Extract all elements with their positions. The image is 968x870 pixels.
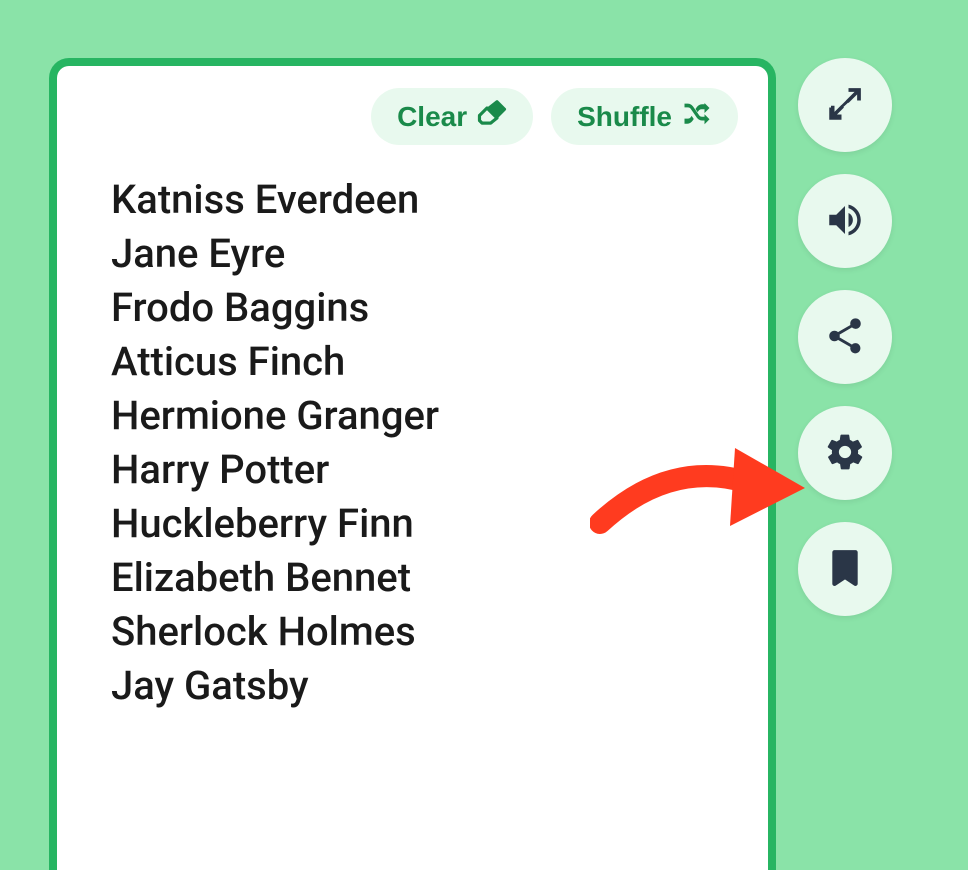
panel-toolbar: Clear Shuffle [87,88,738,145]
list-item: Sherlock Holmes [111,605,738,659]
gear-icon [824,431,866,476]
list-item: Katniss Everdeen [111,173,738,227]
list-item: Elizabeth Bennet [111,551,738,605]
list-item: Jay Gatsby [111,659,738,713]
list-item: Harry Potter [111,443,738,497]
shuffle-button[interactable]: Shuffle [551,88,738,145]
bookmark-button[interactable] [798,522,892,616]
share-button[interactable] [798,290,892,384]
list-item: Huckleberry Finn [111,497,738,551]
list-item: Jane Eyre [111,227,738,281]
bookmark-icon [824,547,866,592]
eraser-icon [477,98,507,135]
side-toolbar [798,58,892,616]
sound-button[interactable] [798,174,892,268]
clear-button[interactable]: Clear [371,88,533,145]
clear-label: Clear [397,101,467,133]
expand-icon [824,83,866,128]
share-icon [824,315,866,360]
names-list[interactable]: Katniss Everdeen Jane Eyre Frodo Baggins… [87,173,738,713]
list-item: Atticus Finch [111,335,738,389]
expand-button[interactable] [798,58,892,152]
sound-icon [824,199,866,244]
names-panel: Clear Shuffle Katniss Everdeen Jane Eyre… [49,58,776,870]
shuffle-icon [682,98,712,135]
shuffle-label: Shuffle [577,101,672,133]
list-item: Hermione Granger [111,389,738,443]
list-item: Frodo Baggins [111,281,738,335]
settings-button[interactable] [798,406,892,500]
